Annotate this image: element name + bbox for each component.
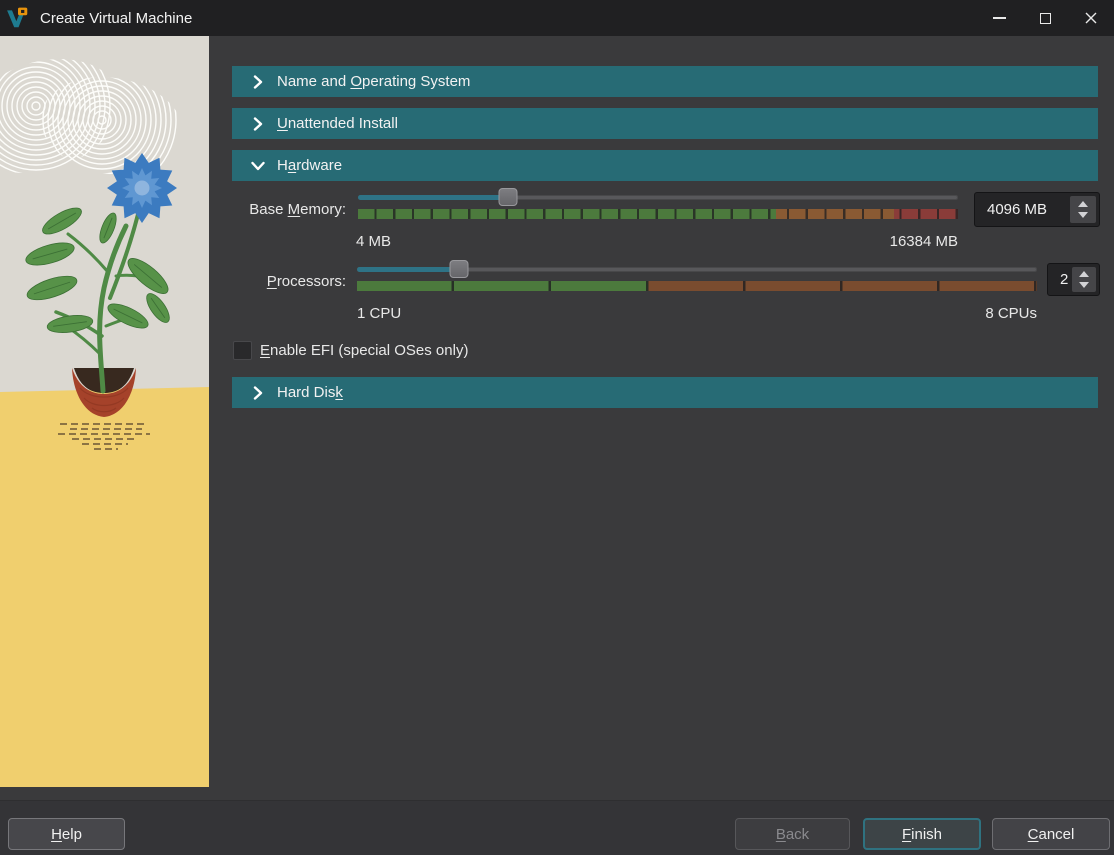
processors-label: Processors: xyxy=(266,273,346,290)
section-title-unattended: Unattended Install xyxy=(277,115,398,132)
memory-scale-ticks xyxy=(358,209,958,219)
memory-slider-scale xyxy=(358,209,958,219)
section-title-name-os: Name and Operating System xyxy=(277,73,471,90)
processors-max-label: 8 CPUs xyxy=(985,305,1037,322)
minimize-button[interactable] xyxy=(976,0,1022,36)
memory-slider-fill xyxy=(358,195,508,200)
chevron-right-icon xyxy=(253,116,263,131)
virtualbox-logo-icon xyxy=(7,7,28,28)
processors-slider-thumb[interactable] xyxy=(449,260,469,278)
processors-spin-down-icon[interactable] xyxy=(1079,282,1089,288)
processors-slider-fill xyxy=(357,267,459,272)
efi-checkbox[interactable] xyxy=(233,341,252,360)
chevron-right-icon xyxy=(253,385,263,400)
processors-spin-buttons xyxy=(1072,267,1096,292)
finish-button[interactable]: Finish xyxy=(863,818,981,850)
maximize-button[interactable] xyxy=(1022,0,1068,36)
memory-spinbox[interactable]: 4096 MB xyxy=(974,192,1100,227)
window-title: Create Virtual Machine xyxy=(40,9,193,27)
chevron-down-icon xyxy=(251,161,265,170)
efi-label[interactable]: Enable EFI (special OSes only) xyxy=(260,342,468,359)
processors-spinbox[interactable]: 2 xyxy=(1047,263,1100,296)
close-icon xyxy=(1085,12,1097,24)
section-title-hard-disk: Hard Disk xyxy=(277,384,343,401)
memory-spinbox-value[interactable]: 4096 MB xyxy=(975,201,1070,218)
titlebar: Create Virtual Machine xyxy=(0,0,1114,36)
processors-slider-scale xyxy=(357,281,1037,291)
close-button[interactable] xyxy=(1068,0,1114,36)
processors-scale-ticks xyxy=(357,281,1037,291)
chevron-right-icon xyxy=(253,74,263,89)
processors-spinbox-value[interactable]: 2 xyxy=(1048,271,1072,288)
memory-slider-thumb[interactable] xyxy=(498,188,518,206)
create-vm-dialog: Create Virtual Machine Name and Operatin… xyxy=(0,0,1114,855)
section-title-hardware: Hardware xyxy=(277,157,343,174)
minimize-icon xyxy=(992,17,1006,19)
memory-spin-buttons xyxy=(1070,196,1096,223)
section-header-hard-disk[interactable]: Hard Disk xyxy=(232,377,1098,408)
maximize-icon xyxy=(1039,12,1051,24)
processors-spin-up-icon[interactable] xyxy=(1079,271,1089,277)
processors-slider[interactable] xyxy=(357,260,1037,278)
back-button[interactable]: Back xyxy=(735,818,850,850)
section-header-unattended[interactable]: Unattended Install xyxy=(232,108,1098,139)
memory-max-label: 16384 MB xyxy=(889,233,958,250)
wizard-artwork xyxy=(0,36,209,787)
memory-slider[interactable] xyxy=(358,188,958,206)
help-button[interactable]: Help xyxy=(8,818,125,850)
cancel-button[interactable]: Cancel xyxy=(992,818,1110,850)
memory-spin-up-icon[interactable] xyxy=(1078,201,1088,207)
base-memory-label: Base Memory: xyxy=(249,201,346,218)
section-header-name-os[interactable]: Name and Operating System xyxy=(232,66,1098,97)
section-header-hardware[interactable]: Hardware xyxy=(232,150,1098,181)
memory-spin-down-icon[interactable] xyxy=(1078,212,1088,218)
